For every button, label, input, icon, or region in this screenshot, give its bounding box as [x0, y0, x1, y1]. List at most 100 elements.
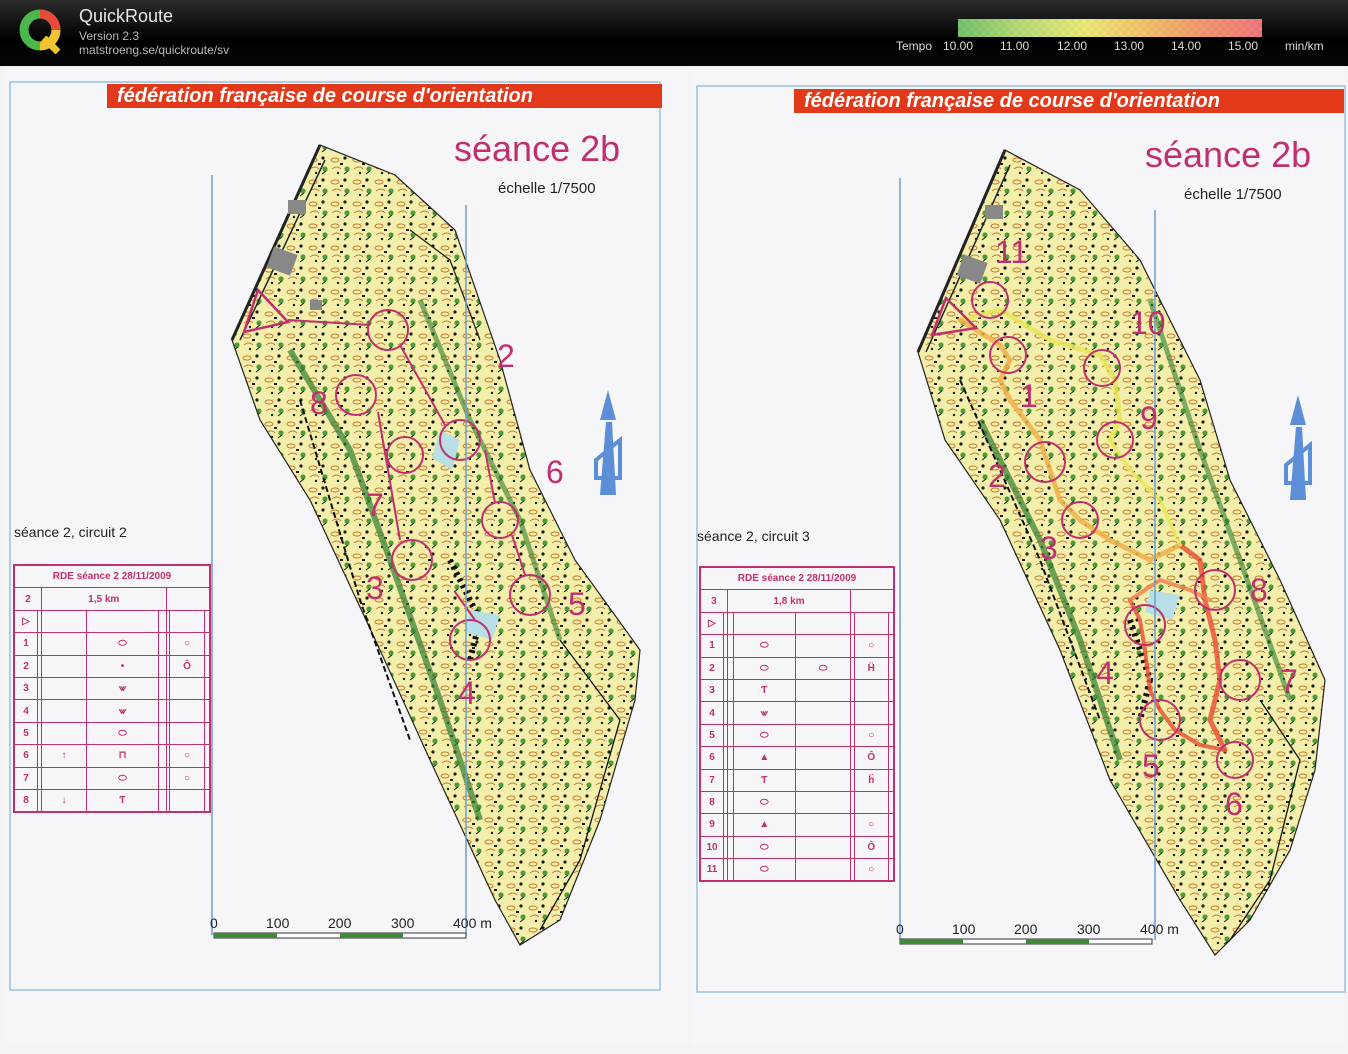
table-cell: Ô: [853, 835, 889, 860]
scale-label: 400 m: [453, 915, 492, 931]
table-row: 6 ↑ ⊓ ○: [13, 744, 211, 768]
table-cell: 2: [699, 656, 724, 680]
table-cell: Ƭ: [86, 788, 159, 813]
table-cell: Ḧ: [853, 656, 889, 680]
table-cell: [887, 634, 895, 658]
table-cell: ▲: [732, 746, 797, 770]
table-cell: [40, 699, 88, 723]
table-cell: [169, 788, 205, 813]
tempo-tick: 10.00: [943, 39, 974, 53]
table-cell: ⬭: [732, 835, 797, 860]
table-course-length: 1,5 km: [40, 587, 167, 611]
table-header: RDE séance 2 28/11/2009: [699, 566, 895, 591]
scale-label: 300: [391, 915, 415, 931]
table-cell: ▷: [13, 609, 38, 634]
table-cell: [40, 609, 88, 634]
table-row: ▷: [699, 611, 895, 636]
control-number: 1: [1020, 378, 1038, 414]
table-cell: [203, 654, 211, 678]
table-cell: ⊓: [86, 744, 159, 768]
tempo-tick: 13.00: [1114, 39, 1145, 53]
table-cell: 6: [699, 746, 724, 770]
scale-label: 0: [210, 915, 218, 931]
table-cell: Ƭ: [732, 768, 797, 792]
table-cell: [40, 766, 88, 790]
table-row: ▷: [13, 609, 211, 634]
table-row: 5 ⬭ ○: [699, 723, 895, 748]
tempo-tick: 12.00: [1057, 39, 1088, 53]
table-cell: [158, 609, 167, 634]
table-cell: [887, 768, 895, 792]
scale-label: 200: [328, 915, 352, 931]
table-cell: [169, 609, 205, 634]
scale-label: 200: [1014, 921, 1038, 937]
table-row: 3Ƭ: [699, 678, 895, 703]
table-cell: 1: [699, 634, 724, 658]
table-cell: 8: [13, 788, 38, 813]
table-row: 4 ⩖: [699, 701, 895, 725]
table-cell: [158, 676, 167, 701]
control-number: 11: [995, 234, 1029, 270]
table-cell: [169, 699, 205, 723]
left-banner: fédération française de course d'orienta…: [107, 84, 662, 108]
orienteering-map-canvas[interactable]: [0, 66, 1348, 1054]
table-cell: 3: [13, 676, 38, 701]
table-cell: [887, 790, 895, 815]
tempo-color-scale: [958, 19, 1262, 37]
table-row: 5 ⬭: [13, 721, 211, 746]
table-cell: [887, 656, 895, 680]
table-cell: [795, 678, 852, 703]
table-cell: [887, 723, 895, 748]
control-number: 7: [1280, 663, 1298, 699]
scale-label: 400 m: [1140, 921, 1179, 937]
app-header: QuickRoute Version 2.3 matstroeng.se/qui…: [0, 0, 1348, 66]
left-scale-text: échelle 1/7500: [498, 180, 596, 197]
tempo-tick: 15.00: [1228, 39, 1259, 53]
table-cell: [853, 611, 889, 636]
table-cell: [795, 611, 852, 636]
table-cell: [40, 676, 88, 701]
right-scale-bar: [899, 938, 1153, 945]
table-cell: ⬭: [86, 632, 159, 656]
table-cell: [853, 701, 889, 725]
right-title: séance 2b: [1145, 134, 1312, 175]
table-cell: 7: [13, 766, 38, 790]
table-cell: ḧ: [853, 768, 889, 792]
table-cell: [795, 701, 852, 725]
table-row: 8 ⬭: [699, 790, 895, 815]
table-cell: [732, 611, 797, 636]
table-cell: ▲: [732, 813, 797, 837]
table-row: 7 ⬭ ○: [13, 766, 211, 790]
app-url[interactable]: matstroeng.se/quickroute/sv: [79, 43, 229, 57]
table-cell: ○: [169, 766, 205, 790]
table-cell: ⬭: [86, 721, 159, 746]
table-cell: [795, 790, 852, 815]
table-cell: [887, 611, 895, 636]
table-cell: [887, 746, 895, 770]
table-cell: Ƭ: [732, 678, 797, 703]
table-cell: [203, 699, 211, 723]
scale-label: 100: [952, 921, 976, 937]
table-cell: [795, 723, 852, 748]
table-cell: [795, 768, 852, 792]
table-header-blank: [850, 589, 895, 613]
table-row: 9 ▲ ○: [699, 813, 895, 837]
table-cell: [795, 813, 852, 837]
control-number: 3: [1040, 530, 1058, 566]
table-cell: ⩖: [86, 699, 159, 723]
table-cell: ⬭: [795, 656, 852, 680]
table-cell: [795, 858, 852, 882]
table-cell: ○: [853, 813, 889, 837]
app-version: Version 2.3: [79, 29, 140, 43]
table-cell: 4: [13, 699, 38, 723]
control-number: 2: [497, 338, 515, 374]
table-cell: [853, 678, 889, 703]
table-cell: ○: [853, 634, 889, 658]
control-number: 4: [1096, 655, 1114, 691]
app-name: QuickRoute: [79, 6, 174, 26]
table-cell: [203, 788, 211, 813]
table-cell: ↓: [40, 788, 88, 813]
table-header-blank: [165, 587, 211, 611]
table-cell: [203, 766, 211, 790]
table-cell: [887, 835, 895, 860]
